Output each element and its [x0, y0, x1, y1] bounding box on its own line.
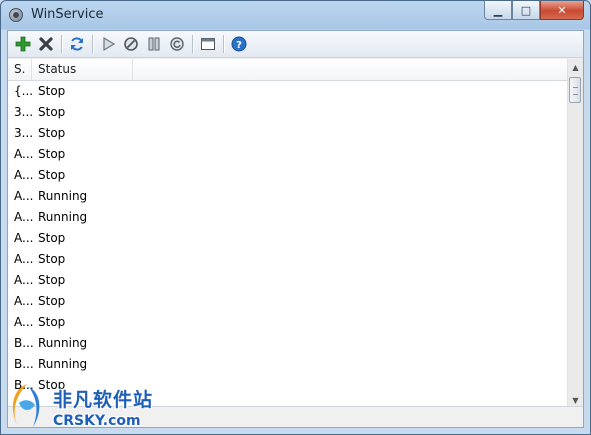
service-status-cell: Stop — [38, 231, 66, 245]
table-row[interactable]: A... Stop — [8, 291, 568, 312]
minimize-button[interactable]: ▁ — [484, 1, 512, 20]
stop-button[interactable] — [120, 33, 142, 55]
service-status-cell: Stop — [38, 84, 66, 98]
service-status-cell: Stop — [38, 147, 66, 161]
table-row[interactable]: A... Stop — [8, 312, 568, 333]
service-name-cell: A... — [14, 147, 34, 161]
toolbar-separator — [92, 35, 94, 53]
window-title: WinService — [31, 7, 104, 22]
service-name-cell: A... — [14, 231, 34, 245]
table-row[interactable]: A... Running — [8, 186, 568, 207]
service-status-cell: Running — [38, 210, 88, 224]
list-rows: {... Stop 3... Stop 3... Stop A... Stop A... Stop… — [8, 81, 568, 408]
delete-icon — [39, 37, 53, 51]
watermark-logo: 非凡软件站 CRSKY.com — [1, 377, 163, 434]
maximize-button[interactable]: □ — [512, 1, 540, 20]
service-name-cell: A... — [14, 210, 34, 224]
table-row[interactable]: B... Running — [8, 333, 568, 354]
pause-icon — [148, 37, 160, 51]
table-row[interactable]: B... Running — [8, 354, 568, 375]
table-row[interactable]: 3... Stop — [8, 102, 568, 123]
vertical-scrollbar[interactable]: ▲ ▼ — [567, 59, 583, 408]
list-header: S. Status — [8, 59, 568, 81]
crsky-logo-icon — [12, 384, 40, 427]
help-icon: ? — [231, 36, 247, 52]
toolbar-separator — [192, 35, 194, 53]
restart-button[interactable] — [166, 33, 188, 55]
table-row[interactable]: A... Stop — [8, 165, 568, 186]
svg-text:?: ? — [236, 40, 242, 51]
window-icon — [201, 38, 215, 50]
refresh-button[interactable] — [66, 33, 88, 55]
table-row[interactable]: A... Stop — [8, 228, 568, 249]
service-status-cell: Stop — [38, 126, 66, 140]
service-name-cell: B... — [14, 357, 34, 371]
start-icon — [103, 36, 116, 52]
restart-icon — [170, 37, 184, 51]
stop-icon — [124, 37, 138, 51]
service-name-cell: B... — [14, 336, 34, 350]
watermark-chinese-text: 非凡软件站 — [53, 389, 154, 411]
start-button[interactable] — [97, 33, 119, 55]
client-area: ? S. Status {... Stop 3... Stop 3... Stop A...… — [7, 30, 584, 428]
service-status-cell: Stop — [38, 168, 66, 182]
service-name-cell: A... — [14, 252, 34, 266]
service-status-cell: Stop — [38, 105, 66, 119]
add-icon — [15, 36, 31, 52]
service-status-cell: Stop — [38, 294, 66, 308]
service-status-cell: Running — [38, 189, 88, 203]
service-status-cell: Stop — [38, 252, 66, 266]
table-row[interactable]: 3... Stop — [8, 123, 568, 144]
service-name-cell: 3... — [14, 126, 34, 140]
service-name-cell: A... — [14, 294, 34, 308]
service-name-cell: A... — [14, 315, 34, 329]
scroll-up-arrow-icon[interactable]: ▲ — [568, 59, 583, 75]
service-status-cell: Running — [38, 357, 88, 371]
service-status-cell: Stop — [38, 273, 66, 287]
table-row[interactable]: A... Stop — [8, 270, 568, 291]
app-window: WinService ▁ □ ✕ ? S. Status {... Stop 3… — [0, 0, 591, 435]
window-button[interactable] — [197, 33, 219, 55]
column-header-name[interactable]: S. — [8, 59, 32, 80]
service-status-cell: Running — [38, 336, 88, 350]
help-button[interactable]: ? — [228, 33, 250, 55]
delete-button[interactable] — [35, 33, 57, 55]
toolbar: ? — [8, 31, 583, 58]
service-list[interactable]: S. Status {... Stop 3... Stop 3... Stop A... St… — [8, 59, 583, 408]
pause-button[interactable] — [143, 33, 165, 55]
service-status-cell: Stop — [38, 315, 66, 329]
add-button[interactable] — [12, 33, 34, 55]
watermark-english-text: CRSKY.com — [53, 413, 141, 429]
table-row[interactable]: A... Stop — [8, 249, 568, 270]
service-name-cell: A... — [14, 189, 34, 203]
toolbar-separator — [223, 35, 225, 53]
title-bar[interactable]: WinService ▁ □ ✕ — [1, 1, 590, 29]
scroll-thumb[interactable] — [569, 77, 581, 103]
column-header-status[interactable]: Status — [32, 59, 133, 80]
app-gear-icon[interactable] — [9, 8, 23, 22]
table-row[interactable]: A... Stop — [8, 144, 568, 165]
table-row[interactable]: {... Stop — [8, 81, 568, 102]
service-name-cell: {... — [14, 84, 34, 98]
service-name-cell: A... — [14, 273, 34, 287]
toolbar-separator — [61, 35, 63, 53]
service-name-cell: A... — [14, 168, 34, 182]
service-name-cell: 3... — [14, 105, 34, 119]
table-row[interactable]: A... Running — [8, 207, 568, 228]
caption-buttons: ▁ □ ✕ — [484, 1, 584, 21]
close-button[interactable]: ✕ — [540, 1, 584, 20]
refresh-icon — [71, 37, 83, 51]
